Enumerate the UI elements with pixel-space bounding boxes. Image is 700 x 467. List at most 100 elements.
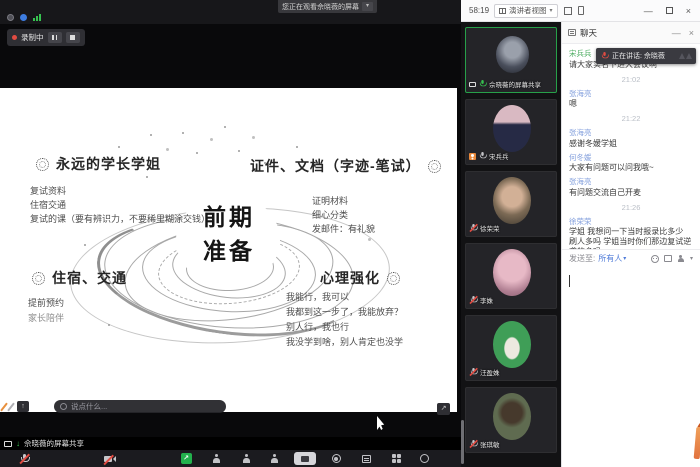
pause-recording-button[interactable] (48, 32, 62, 43)
chat-footer: 发送至: 所有人 ▾ ▾ (562, 249, 700, 267)
layout-grid-icon (499, 8, 506, 14)
gear-icon (420, 454, 429, 463)
avatar (493, 177, 531, 224)
window-close-button[interactable]: × (686, 6, 691, 16)
deco-dot (210, 138, 213, 141)
quick-chat-placeholder: 说点什么... (71, 401, 107, 412)
window-minimize-button[interactable]: — (644, 6, 653, 16)
meeting-timer: 58:19 (469, 6, 489, 15)
network-signal-icon[interactable] (33, 14, 41, 21)
avatar (493, 249, 531, 296)
deco-dot (118, 146, 120, 148)
side-panel-icon[interactable] (578, 6, 584, 15)
chat-minimize-button[interactable]: — (672, 28, 681, 38)
slide-bullet: 别人行，我也行 (286, 320, 403, 335)
send-to-label: 发送至: (569, 253, 595, 264)
mention-person-icon[interactable] (677, 255, 685, 263)
avatar (493, 393, 531, 440)
docs-button[interactable] (358, 452, 374, 465)
screen-share-area: 您正在观看佘晓薇的屏幕 ▾ 录制中 (0, 0, 461, 450)
text-caret (569, 275, 570, 287)
chat-panel: 聊天 — × 正在讲话: 佘晓薇 宋兵兵 请大家实名下进大会议啊 21:02 张… (561, 22, 700, 467)
rosette-icon (428, 160, 441, 173)
chat-input[interactable] (562, 267, 700, 467)
participant-name: 徐荣荣 (480, 223, 500, 233)
meeting-toolbar: ↗ (0, 450, 461, 467)
chat-messages[interactable]: 正在讲话: 佘晓薇 宋兵兵 请大家实名下进大会议啊 21:02 张海亮 嗯 21… (562, 44, 700, 249)
settings-button[interactable] (416, 452, 432, 465)
participant-tile[interactable]: 李姝 (465, 243, 557, 309)
mic-muted-icon (470, 440, 477, 448)
participants-strip: 佘晓薇的屏幕共享 宋兵兵 徐荣荣 李姝 (461, 22, 561, 467)
caret-down-icon: ▾ (623, 255, 626, 262)
meeting-logo-icon (679, 53, 692, 59)
chat-text: 嗯 (569, 99, 693, 109)
share-screen-button[interactable]: ↗ (178, 452, 194, 465)
expand-icon[interactable]: ↗ (437, 403, 450, 415)
chat-text: 有问题交流自己开麦 (569, 188, 693, 198)
deco-dot (252, 136, 255, 139)
participant-tile[interactable]: 汪盈姝 (465, 315, 557, 381)
mic-status-icon[interactable] (7, 14, 14, 21)
start-video-button[interactable] (102, 452, 118, 465)
window-maximize-button[interactable] (666, 7, 673, 14)
send-to-selector[interactable]: 所有人 ▾ (598, 253, 626, 264)
highlighter-icon[interactable] (7, 402, 15, 411)
chat-message: 张海亮 有问题交流自己开麦 (569, 177, 693, 198)
annotation-tools: ↑ (3, 401, 29, 412)
screen-share-icon: ↗ (181, 453, 192, 464)
member-icon (270, 454, 279, 464)
view-mode-button[interactable]: 演讲者视图 ▾ (494, 4, 558, 18)
chat-message: 何冬媛 大家有问题可以问我哦~ (569, 153, 693, 174)
participant-tile[interactable]: 宋兵兵 (465, 99, 557, 165)
section-title-text: 证件、文档（字迹-笔试） (250, 156, 421, 176)
stop-recording-button[interactable] (66, 32, 80, 43)
shared-slide: 前期 准备 永远的学长学姐 复试资料 住宿交通 复试的课（要有辨识力，不要稀里糊… (0, 88, 457, 412)
participant-tile[interactable]: 徐荣荣 (465, 171, 557, 237)
deco-dot (296, 146, 298, 148)
emoji-icon[interactable] (651, 255, 659, 263)
send-to-value: 所有人 (598, 253, 622, 264)
slide-bullet: 住宿交通 (30, 198, 210, 212)
participants-scrollbar[interactable] (461, 420, 464, 464)
chat-sender: 张海亮 (569, 128, 693, 137)
participants-button[interactable] (238, 452, 254, 465)
chat-button-active[interactable] (293, 452, 317, 465)
unmute-button[interactable] (16, 452, 32, 465)
invite-button[interactable] (208, 452, 224, 465)
participant-label: 汪盈姝 (469, 367, 500, 377)
chat-footer-icons: ▾ (651, 255, 693, 263)
participant-tile-screenshare[interactable]: 佘晓薇的屏幕共享 (465, 27, 557, 93)
download-arrow-icon: ↓ (16, 440, 20, 448)
slide-bullet: 证明材料 (312, 194, 375, 208)
slide-section-title: 永远的学长学姐 (36, 154, 161, 174)
viewer-tooltip: 您正在观看佘晓薇的屏幕 ▾ (278, 0, 377, 13)
fullscreen-icon[interactable] (564, 7, 572, 15)
mic-muted-icon (470, 296, 477, 304)
participant-name: 汪盈姝 (480, 367, 500, 377)
share-banner: ↓ 佘晓薇的屏幕共享 (0, 437, 461, 450)
quick-chat-bar[interactable]: 说点什么... (54, 400, 226, 413)
apps-button[interactable] (388, 452, 404, 465)
image-icon[interactable] (664, 255, 672, 262)
shield-icon[interactable] (20, 14, 27, 21)
slide-section-title: 心理强化 (320, 268, 400, 288)
deco-dot (150, 134, 152, 136)
viewer-tooltip-text: 您正在观看佘晓薇的屏幕 (282, 2, 359, 12)
manage-members-button[interactable] (266, 452, 282, 465)
slide-section-items: 提前预约 家长陪伴 (28, 296, 64, 326)
caret-down-icon: ▾ (690, 255, 693, 262)
chat-close-button[interactable]: × (689, 28, 694, 38)
participant-name: 佘晓薇的屏幕共享 (489, 79, 541, 89)
document-icon (362, 455, 371, 463)
mic-muted-icon (470, 368, 477, 376)
chat-icon (568, 29, 576, 36)
record-button[interactable] (328, 452, 344, 465)
recording-label: 录制中 (21, 32, 44, 43)
collapse-chevron-icon[interactable]: ▾ (362, 2, 373, 11)
raise-icon[interactable]: ↑ (17, 401, 29, 412)
chat-title: 聊天 (580, 27, 597, 39)
camera-off-icon (104, 455, 116, 463)
participant-tile[interactable]: 张琪敏 (465, 387, 557, 453)
caret-down-icon: ▾ (550, 7, 553, 14)
